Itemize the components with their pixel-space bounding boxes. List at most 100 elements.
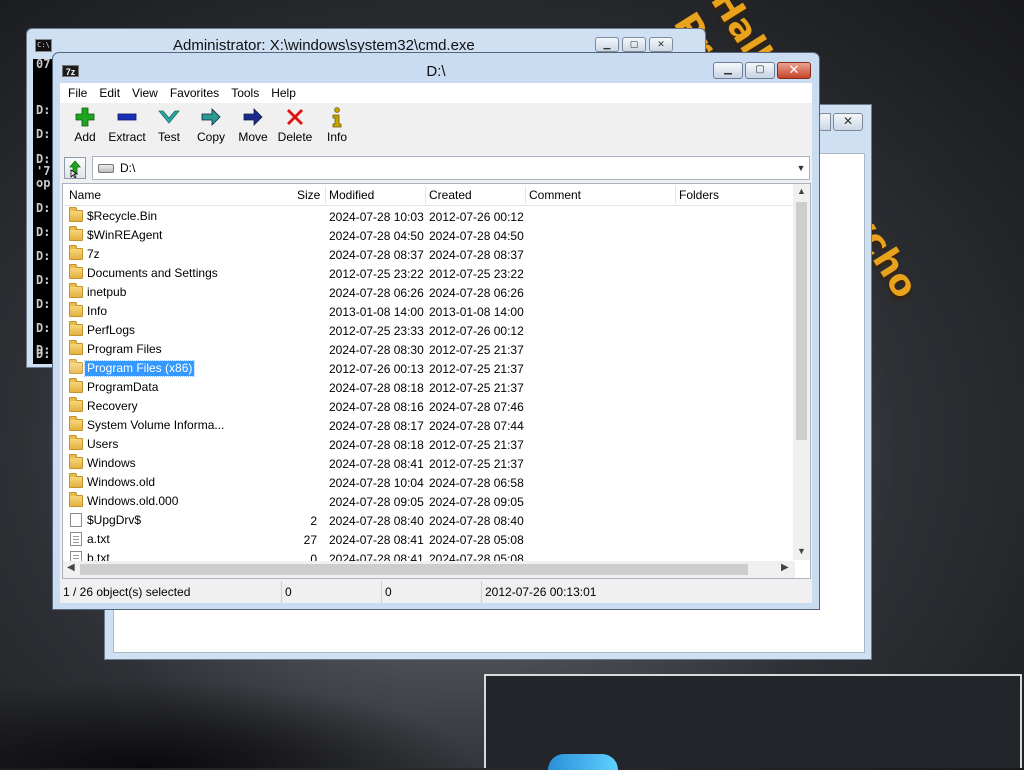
row-name: ProgramData [87, 380, 159, 394]
vertical-scrollbar[interactable]: ▲ ▼ [793, 184, 810, 560]
cmd-window-controls: ▁ ▢ ✕ [595, 37, 673, 52]
close-button[interactable]: ✕ [777, 62, 811, 79]
row-modified: 2012-07-26 00:13 [329, 362, 424, 376]
column-header-size[interactable]: Size [297, 188, 320, 202]
column-separator[interactable] [525, 186, 526, 204]
menu-file[interactable]: File [60, 83, 93, 103]
menu-edit[interactable]: Edit [93, 83, 126, 103]
row-modified: 2024-07-28 08:16 [329, 400, 424, 414]
column-header-modified[interactable]: Modified [329, 188, 374, 202]
table-row[interactable]: Documents and Settings 2012-07-25 23:22 20… [63, 264, 798, 283]
delete-button[interactable]: Delete [274, 104, 316, 152]
desktop-thumbnail-panel [484, 674, 1022, 770]
table-row[interactable]: a.txt 27 2024-07-28 08:41 2024-07-28 05:08 [63, 530, 798, 549]
maximize-button[interactable]: ▢ [745, 62, 775, 79]
column-separator[interactable] [425, 186, 426, 204]
row-name: $UpgDrv$ [87, 513, 142, 527]
row-created: 2024-07-28 06:26 [429, 286, 524, 300]
folder-icon [69, 226, 83, 242]
row-modified: 2024-07-28 08:18 [329, 381, 424, 395]
table-row[interactable]: Windows.old 2024-07-28 10:04 2024-07-28 06… [63, 473, 798, 492]
add-button[interactable]: Add [64, 104, 106, 152]
cmd-line: op [36, 176, 51, 190]
folder-icon [69, 340, 83, 356]
row-modified: 2012-07-25 23:22 [329, 267, 424, 281]
table-row[interactable]: $WinREAgent 2024-07-28 04:50 2024-07-28 04… [63, 226, 798, 245]
row-modified: 2024-07-28 08:30 [329, 343, 424, 357]
table-row[interactable]: Info 2013-01-08 14:00 2013-01-08 14:00 [63, 302, 798, 321]
scroll-down-icon[interactable]: ▼ [793, 546, 810, 556]
background-window-button[interactable] [819, 113, 831, 131]
table-row[interactable]: PerfLogs 2012-07-25 23:33 2012-07-26 00:12 [63, 321, 798, 340]
chevron-down-icon[interactable]: ▼ [793, 163, 809, 173]
menu-help[interactable]: Help [265, 83, 302, 103]
column-header-comment[interactable]: Comment [529, 188, 581, 202]
move-button[interactable]: Move [232, 104, 274, 152]
table-row[interactable]: Program Files (x86) 2012-07-26 00:13 2012-… [63, 359, 798, 378]
horizontal-scroll-thumb[interactable] [80, 564, 748, 575]
7zip-window-controls: ▁ ▢ ✕ [713, 62, 811, 79]
row-created: 2012-07-25 21:37 [429, 343, 524, 357]
table-row[interactable]: $UpgDrv$ 2 2024-07-28 08:40 2024-07-28 08:4… [63, 511, 798, 530]
row-name: 7z [87, 247, 100, 261]
vertical-scroll-thumb[interactable] [796, 202, 807, 440]
row-created: 2012-07-26 00:12 [429, 324, 524, 338]
table-row[interactable]: Users 2024-07-28 08:18 2012-07-25 21:37 [63, 435, 798, 454]
table-row[interactable]: ProgramData 2024-07-28 08:18 2012-07-25 21… [63, 378, 798, 397]
column-header-folders[interactable]: Folders [679, 188, 719, 202]
menu-favorites[interactable]: Favorites [164, 83, 225, 103]
background-window-close-button[interactable]: ✕ [833, 113, 863, 131]
table-row[interactable]: Windows 2024-07-28 08:41 2012-07-25 21:37 [63, 454, 798, 473]
folder-icon [69, 473, 83, 489]
table-row[interactable]: Windows.old.000 2024-07-28 09:05 2024-07-2… [63, 492, 798, 511]
cmd-maximize-button[interactable]: ▢ [622, 37, 646, 52]
horizontal-scrollbar[interactable]: ◀ ▶ [63, 561, 795, 578]
folder-icon [69, 378, 83, 394]
cmd-icon: C:\ [35, 39, 52, 52]
table-row[interactable]: System Volume Informa... 2024-07-28 08:17… [63, 416, 798, 435]
scroll-right-icon[interactable]: ▶ [781, 562, 789, 573]
folder-icon [69, 359, 83, 375]
table-row[interactable]: Recovery 2024-07-28 08:16 2024-07-28 07:46 [63, 397, 798, 416]
row-name: Windows [87, 456, 136, 470]
folder-icon [69, 492, 83, 508]
info-button[interactable]: Info [316, 104, 358, 152]
cmd-line: D: [36, 273, 51, 287]
path-combobox[interactable]: D:\ ▼ [92, 156, 810, 180]
column-header-name[interactable]: Name [69, 188, 101, 202]
cmd-close-button[interactable]: ✕ [649, 37, 673, 52]
column-separator[interactable] [325, 186, 326, 204]
extract-button[interactable]: Extract [106, 104, 148, 152]
table-row[interactable]: Program Files 2024-07-28 08:30 2012-07-25 … [63, 340, 798, 359]
row-modified: 2013-01-08 14:00 [329, 305, 424, 319]
toolbar-label: Copy [196, 130, 225, 144]
column-separator[interactable] [675, 186, 676, 204]
copy-button[interactable]: Copy [190, 104, 232, 152]
cmd-minimize-button[interactable]: ▁ [595, 37, 619, 52]
address-bar: D:\ ▼ [60, 155, 812, 181]
table-row[interactable]: $Recycle.Bin 2024-07-28 10:03 2012-07-26 0… [63, 207, 798, 226]
minimize-button[interactable]: ▁ [713, 62, 743, 79]
scroll-up-icon[interactable]: ▲ [793, 186, 810, 196]
cmd-line: D: [36, 321, 51, 335]
row-created: 2024-07-28 07:44 [429, 419, 524, 433]
table-row[interactable]: 7z 2024-07-28 08:37 2024-07-28 08:37 [63, 245, 798, 264]
menu-bar: File Edit View Favorites Tools Help [60, 83, 812, 103]
scroll-left-icon[interactable]: ◀ [67, 562, 75, 573]
cmd-line: D: [36, 127, 51, 141]
folder-icon [69, 435, 83, 451]
folder-icon [69, 416, 83, 432]
table-row[interactable]: inetpub 2024-07-28 06:26 2024-07-28 06:26 [63, 283, 798, 302]
up-folder-button[interactable] [64, 157, 86, 179]
row-name: Program Files (x86) [83, 360, 196, 377]
row-created: 2024-07-28 08:37 [429, 248, 524, 262]
cmd-line: D: [36, 249, 51, 263]
toolbar-label: Move [238, 130, 268, 144]
test-button[interactable]: Test [148, 104, 190, 152]
column-header-created[interactable]: Created [429, 188, 472, 202]
7zip-title-bar[interactable]: 7z D:\ ▁ ▢ ✕ [53, 53, 819, 87]
menu-tools[interactable]: Tools [225, 83, 265, 103]
row-name: Info [87, 304, 108, 318]
menu-view[interactable]: View [126, 83, 164, 103]
row-modified: 2012-07-25 23:33 [329, 324, 424, 338]
